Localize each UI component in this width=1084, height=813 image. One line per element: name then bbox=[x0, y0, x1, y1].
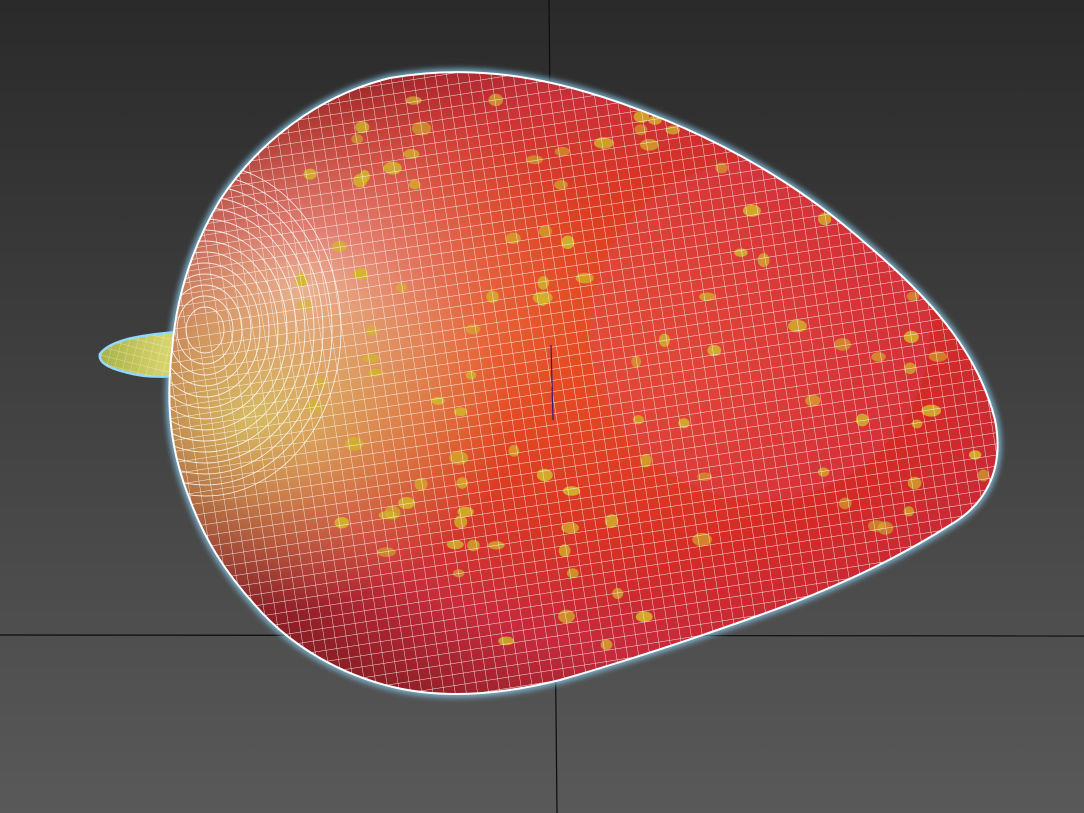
viewport-canvas[interactable] bbox=[0, 0, 1084, 813]
3d-viewport[interactable] bbox=[0, 0, 1084, 813]
